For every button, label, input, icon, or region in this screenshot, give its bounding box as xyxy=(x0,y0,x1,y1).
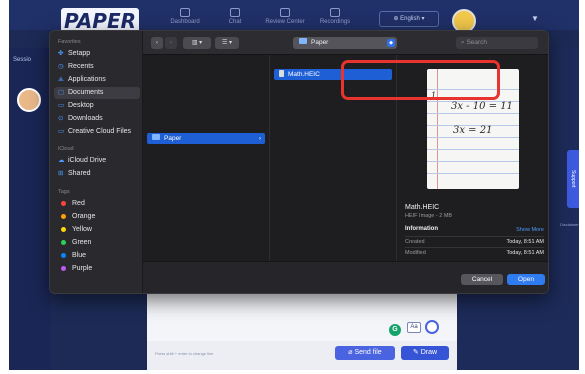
chevron-right-icon: › xyxy=(170,40,172,46)
cloud-icon: ☁ xyxy=(58,157,65,164)
finder-sidebar: Favorites ✤ Setapp ◷ Recents ⟁ Applications… xyxy=(50,31,143,293)
ruled-line xyxy=(427,149,519,150)
font-toggle-button[interactable]: Aa xyxy=(407,322,421,333)
search-input[interactable]: ⌕ Search xyxy=(456,37,538,49)
sidebar-item-icloud-drive[interactable]: ☁ iCloud Drive xyxy=(54,155,140,167)
sidebar-item-recents[interactable]: ◷ Recents xyxy=(54,61,140,73)
chevron-left-icon: ‹ xyxy=(156,40,158,46)
view-mode-button[interactable]: ▥ ▾ xyxy=(183,37,211,49)
grammarly-icon[interactable]: G xyxy=(389,324,401,336)
tag-blue[interactable]: Blue xyxy=(54,250,140,262)
disclaimer-link[interactable]: Disclaimer xyxy=(560,222,579,227)
shared-folder-icon: ⊞ xyxy=(58,170,64,177)
browser-column-1: Paper › xyxy=(143,55,270,261)
tag-orange[interactable]: Orange xyxy=(54,211,140,223)
support-tab[interactable]: Support xyxy=(567,150,579,208)
language-selector[interactable]: ⊕ English ▾ xyxy=(379,11,439,27)
grid-view-icon: ☰ ▾ xyxy=(221,40,233,46)
red-highlight-annotation xyxy=(341,60,500,100)
show-more-link[interactable]: Show More xyxy=(516,227,544,233)
sidebar-item-documents[interactable]: ▢ Documents xyxy=(54,87,140,99)
send-file-button[interactable]: ⌀ Send file xyxy=(335,346,395,360)
tags-heading: Tags xyxy=(58,189,70,195)
purple-tag-dot-icon xyxy=(61,265,66,271)
sidebar-item-creative-cloud-files[interactable]: ▭ Creative Cloud Files xyxy=(54,126,140,138)
desktop-icon: ▭ xyxy=(58,102,65,109)
sidebar-item-setapp[interactable]: ✤ Setapp xyxy=(54,48,140,60)
draw-button[interactable]: ✎ Draw xyxy=(401,346,449,360)
screenshot-stage: PAPER Dashboard Chat Review Center Recor… xyxy=(0,0,585,374)
chevron-updown-icon: ◆ xyxy=(387,39,395,47)
info-row-created: Created Today, 8:51 AM xyxy=(405,236,544,247)
info-row-modified: Modified Today, 8:51 AM xyxy=(405,247,544,258)
sidebar-item-shared[interactable]: ⊞ Shared xyxy=(54,168,140,180)
folder-item-paper[interactable]: Paper › xyxy=(147,133,265,144)
tag-purple[interactable]: Purple xyxy=(54,263,140,275)
preview-file-name: Math.HEIC xyxy=(405,204,440,211)
forward-button[interactable]: › xyxy=(165,37,177,49)
sidebar-item-downloads[interactable]: ⊙ Downloads xyxy=(54,113,140,125)
ruled-line xyxy=(427,113,519,114)
chevron-down-icon: ▾ xyxy=(419,16,425,22)
icloud-heading: iCloud xyxy=(58,146,74,152)
folder-icon xyxy=(299,38,307,44)
recording-icon xyxy=(330,8,340,17)
location-selector[interactable]: Paper ◆ xyxy=(293,37,397,49)
handwriting-line-1: 3x - 10 = 11 xyxy=(451,101,513,112)
message-input[interactable] xyxy=(147,293,457,341)
information-heading: Information xyxy=(405,226,438,232)
setapp-icon: ✤ xyxy=(58,50,64,57)
emoji-icon[interactable] xyxy=(425,320,439,334)
sessions-label: Sessio xyxy=(13,57,32,63)
profile-menu-chevron-icon[interactable]: ▼ xyxy=(531,14,539,23)
tutor-avatar[interactable] xyxy=(17,88,41,112)
ruled-line xyxy=(427,161,519,162)
group-by-button[interactable]: ☰ ▾ xyxy=(215,37,239,49)
clock-icon: ◷ xyxy=(58,63,64,70)
top-navigation: PAPER Dashboard Chat Review Center Recor… xyxy=(9,0,579,34)
folder-icon xyxy=(152,134,160,140)
blue-tag-dot-icon xyxy=(61,252,66,258)
red-tag-dot-icon xyxy=(61,200,66,206)
handwriting-line-2: 3x = 21 xyxy=(453,125,493,136)
favorites-heading: Favorites xyxy=(58,39,81,45)
yellow-tag-dot-icon xyxy=(61,226,66,232)
draw-icon: ✎ xyxy=(412,349,421,356)
folder-icon: ▭ xyxy=(58,128,65,135)
file-open-dialog: Favorites ✤ Setapp ◷ Recents ⟁ Applications… xyxy=(49,30,549,294)
chat-icon xyxy=(230,8,240,17)
finder-toolbar: ‹ › ▥ ▾ ☰ ▾ Paper ◆ ⌕ Search xyxy=(143,31,548,55)
applications-icon: ⟁ xyxy=(58,76,64,83)
green-tag-dot-icon xyxy=(61,239,66,245)
tag-red[interactable]: Red xyxy=(54,198,140,210)
cancel-button[interactable]: Cancel xyxy=(461,274,503,285)
open-button[interactable]: Open xyxy=(507,274,545,285)
document-icon: ▢ xyxy=(58,89,65,96)
file-icon xyxy=(279,70,284,77)
review-icon xyxy=(280,8,290,17)
chevron-right-icon: › xyxy=(258,135,261,142)
orange-tag-dot-icon xyxy=(61,213,66,219)
sidebar-item-desktop[interactable]: ▭ Desktop xyxy=(54,100,140,112)
tag-yellow[interactable]: Yellow xyxy=(54,224,140,236)
dashboard-icon xyxy=(180,8,190,17)
nav-recordings[interactable]: Recordings xyxy=(305,8,365,25)
back-button[interactable]: ‹ xyxy=(151,37,163,49)
composer-hint: Press shift + enter to change line xyxy=(155,351,214,356)
ruled-line xyxy=(427,173,519,174)
preview-file-meta: HEIF Image - 2 MB xyxy=(405,213,453,219)
column-view-icon: ▥ ▾ xyxy=(191,40,203,46)
finder-main: ‹ › ▥ ▾ ☰ ▾ Paper ◆ ⌕ Search Paper › Math.… xyxy=(143,31,548,293)
tag-green[interactable]: Green xyxy=(54,237,140,249)
ruled-line xyxy=(427,137,519,138)
download-icon: ⊙ xyxy=(58,115,64,122)
chat-composer-area: G Aa Press shift + enter to change line … xyxy=(147,293,457,370)
dialog-footer: Cancel Open xyxy=(143,261,548,293)
sidebar-item-applications[interactable]: ⟁ Applications xyxy=(54,74,140,86)
